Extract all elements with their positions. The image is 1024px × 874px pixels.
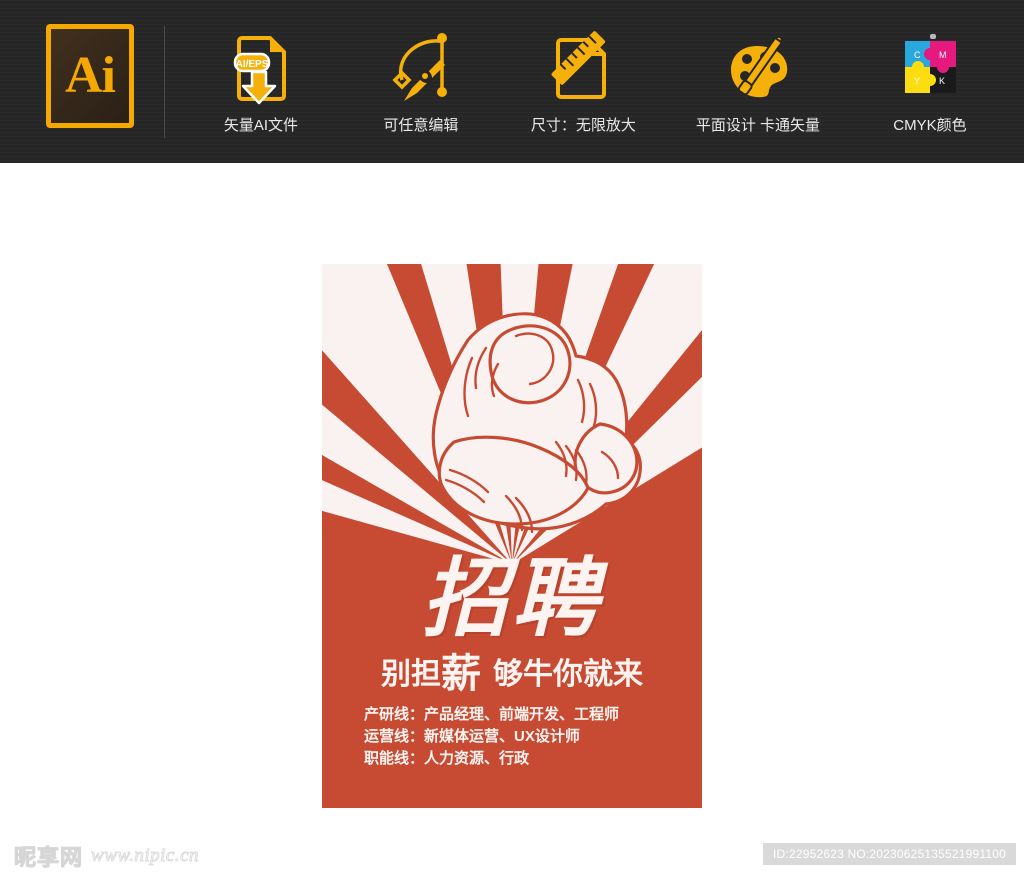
pointing-hand-illustration: [431, 312, 642, 534]
document-ruler-icon: [533, 26, 633, 108]
svg-text:C: C: [914, 50, 921, 60]
feature-item-cmyk: C M Y K CMYK颜色: [880, 0, 980, 163]
feature-item-editable: 可任意编辑: [371, 0, 471, 163]
watermark-site-url: www.nipic.cn: [91, 845, 200, 867]
feature-label: CMYK颜色: [893, 117, 967, 134]
subtitle-highlight-char: 薪: [441, 652, 481, 696]
feature-item-graphic-design: 平面设计 卡通矢量: [696, 0, 820, 163]
pen-tool-bezier-icon: [371, 26, 471, 108]
top-feature-bar-inner: Ai AI/EPS 矢量AI文件 可任意编辑 尺寸：无限放大 平面设计 卡通矢量…: [0, 0, 1024, 163]
palette-brush-icon: [708, 26, 808, 108]
subtitle-part-2: 够牛你就来: [493, 658, 643, 691]
ai-logo-box: Ai: [46, 23, 134, 128]
feature-label: 尺寸：无限放大: [530, 117, 636, 134]
svg-text:K: K: [939, 76, 945, 86]
job-list: 产研线：产品经理、前端开发、工程师 运营线：新媒体运营、UX设计师 职能线：人力…: [364, 704, 686, 770]
job-line: 运营线：新媒体运营、UX设计师: [364, 728, 580, 745]
feature-list: AI/EPS 矢量AI文件 可任意编辑 尺寸：无限放大 平面设计 卡通矢量 C …: [181, 0, 1010, 163]
svg-text:AI/EPS: AI/EPS: [236, 59, 269, 70]
job-line: 职能线：人力资源、行政: [364, 750, 530, 767]
adobe-illustrator-logo: Ai: [38, 23, 142, 128]
vertical-divider: [164, 25, 165, 138]
poster-title: 招聘: [422, 551, 602, 647]
ai-logo-text: Ai: [65, 46, 116, 104]
ai-eps-file-download-icon: AI/EPS: [211, 26, 311, 108]
site-watermark: 昵享网 www.nipic.cn: [13, 840, 200, 872]
top-feature-bar: Ai AI/EPS 矢量AI文件 可任意编辑 尺寸：无限放大 平面设计 卡通矢量…: [0, 0, 1024, 163]
feature-item-vector-file: AI/EPS 矢量AI文件: [211, 0, 311, 163]
feature-label: 可任意编辑: [383, 117, 459, 134]
watermark-site-name: 昵享网: [13, 845, 84, 871]
subtitle-part-1: 别担: [381, 658, 441, 691]
feature-item-size: 尺寸：无限放大: [531, 0, 636, 163]
feature-label: 矢量AI文件: [223, 117, 299, 134]
svg-text:Y: Y: [914, 76, 920, 86]
poster-subtitle: 别担薪 够牛你就来: [322, 654, 702, 694]
cmyk-puzzle-icon: C M Y K: [880, 26, 980, 108]
svg-text:M: M: [939, 50, 947, 60]
job-line: 产研线：产品经理、前端开发、工程师: [364, 706, 620, 723]
recruitment-poster: 招聘 别担薪 够牛你就来 产研线：产品经理、前端开发、工程师 运营线：新媒体运营、…: [322, 264, 702, 808]
image-id-badge: ID:22952623 NO:20230625135521991100: [763, 843, 1016, 865]
feature-label: 平面设计 卡通矢量: [695, 117, 821, 134]
